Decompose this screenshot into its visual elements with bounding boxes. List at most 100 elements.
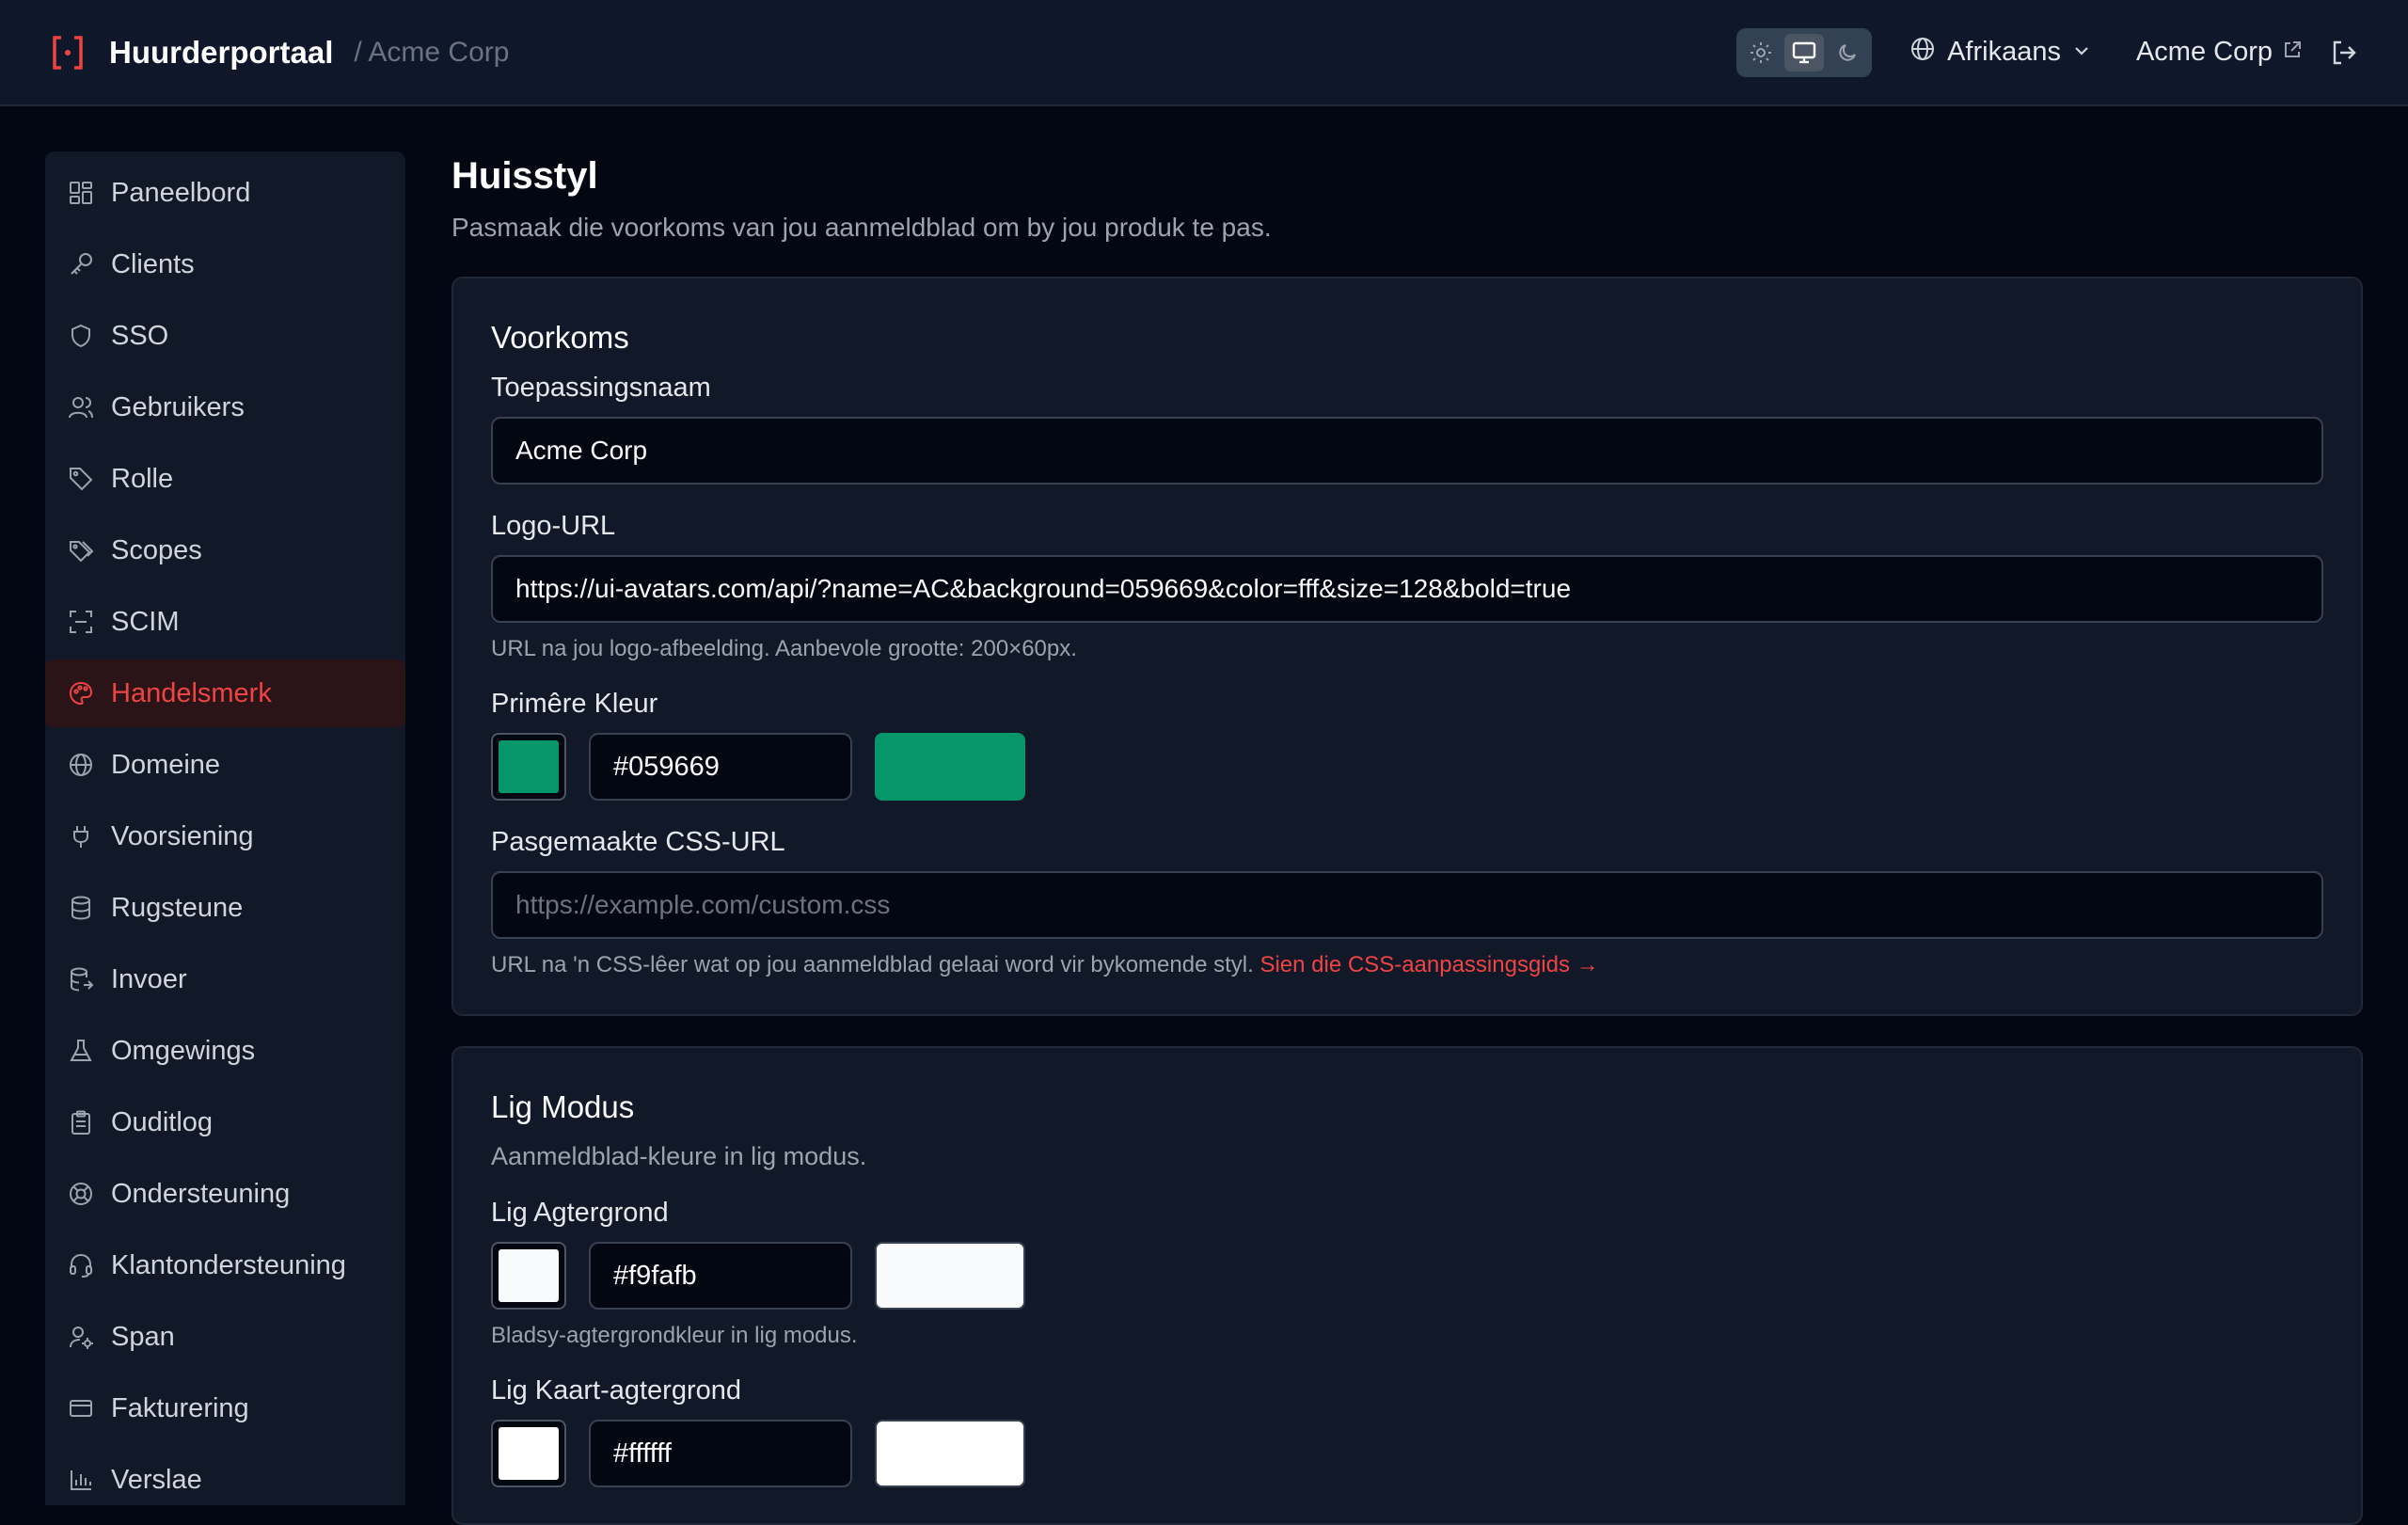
light-card-bg-preview xyxy=(875,1420,1025,1487)
database-icon xyxy=(66,893,96,923)
external-link-icon xyxy=(2282,37,2303,68)
sidebar-item-verslae[interactable]: Verslae xyxy=(45,1446,405,1514)
sidebar-item-label: Voorsiening xyxy=(111,820,254,851)
sidebar-item-paneelbord[interactable]: Paneelbord xyxy=(45,159,405,227)
clipboard-icon xyxy=(66,1107,96,1137)
sidebar-item-label: Ouditlog xyxy=(111,1106,214,1137)
language-label: Afrikaans xyxy=(1947,37,2061,67)
sidebar-item-label: Verslae xyxy=(111,1464,202,1495)
sidebar-item-ouditlog[interactable]: Ouditlog xyxy=(45,1088,405,1156)
sidebar-item-rolle[interactable]: Rolle xyxy=(45,445,405,513)
database-import-icon xyxy=(66,964,96,994)
bar-chart-icon xyxy=(66,1465,96,1495)
dashboard-icon xyxy=(66,178,96,208)
light-bg-hint: Bladsy-agtergrondkleur in lig modus. xyxy=(491,1323,858,1348)
sidebar-item-label: Domeine xyxy=(111,749,221,780)
sidebar-item-label: Gebruikers xyxy=(111,391,245,422)
sidebar-item-scim[interactable]: SCIM xyxy=(45,588,405,656)
tenant-label: Acme Corp xyxy=(2135,37,2273,67)
sidebar-item-clients[interactable]: Clients xyxy=(45,230,405,298)
tag-icon xyxy=(66,464,96,494)
sidebar-item-label: SCIM xyxy=(111,606,180,637)
sidebar-item-fakturering[interactable]: Fakturering xyxy=(45,1374,405,1442)
light-card-bg-label: Lig Kaart-agtergrond xyxy=(491,1375,741,1406)
sidebar-item-gebruikers[interactable]: Gebruikers xyxy=(45,373,405,441)
sidebar-item-sso[interactable]: SSO xyxy=(45,302,405,370)
shield-icon xyxy=(66,321,96,351)
custom-css-hint-text: URL na 'n CSS-lêer wat op jou aanmeldbla… xyxy=(491,952,1254,977)
sidebar-item-invoer[interactable]: Invoer xyxy=(45,945,405,1013)
logo-icon xyxy=(49,34,87,71)
sidebar-item-label: Rolle xyxy=(111,463,174,494)
app-name-label: Toepassingsnaam xyxy=(491,373,711,403)
card-title: Lig Modus xyxy=(491,1089,635,1124)
theme-toggle xyxy=(1736,27,1873,77)
logout-icon[interactable] xyxy=(2329,38,2359,68)
sidebar-item-handelsmerk[interactable]: Handelsmerk xyxy=(45,659,405,727)
page-title: Huisstyl xyxy=(452,155,598,197)
top-header: Huurderportaal / Acme Corp Afrikaans Acm xyxy=(0,0,2408,106)
sidebar-item-label: Ondersteuning xyxy=(111,1178,291,1209)
sidebar-item-label: Rugsteune xyxy=(111,892,244,923)
light-bg-preview xyxy=(875,1242,1025,1310)
flask-icon xyxy=(66,1036,96,1066)
light-card-bg-row: #ffffff xyxy=(491,1420,2323,1487)
primary-color-label: Primêre Kleur xyxy=(491,689,658,719)
sidebar-item-domeine[interactable]: Domeine xyxy=(45,731,405,799)
primary-color-hex-input[interactable]: #059669 xyxy=(589,733,852,801)
sidebar-item-omgewings[interactable]: Omgewings xyxy=(45,1017,405,1085)
primary-color-row: #059669 xyxy=(491,733,2323,801)
language-select[interactable]: Afrikaans xyxy=(1909,36,2091,70)
light-bg-row: #f9fafb xyxy=(491,1242,2323,1310)
credit-card-icon xyxy=(66,1393,96,1423)
logo-url-label: Logo-URL xyxy=(491,511,616,541)
custom-css-input[interactable]: https://example.com/custom.css xyxy=(491,871,2323,939)
sidebar-item-klantondersteuning[interactable]: Klantondersteuning xyxy=(45,1231,405,1299)
sidebar-item-span[interactable]: Span xyxy=(45,1303,405,1371)
appearance-card: Voorkoms Toepassingsnaam Acme Corp Logo-… xyxy=(452,277,2363,1016)
sidebar-item-scopes[interactable]: Scopes xyxy=(45,516,405,584)
app-name-input[interactable]: Acme Corp xyxy=(491,417,2323,485)
sidebar-item-rugsteune[interactable]: Rugsteune xyxy=(45,874,405,942)
sidebar-item-voorsiening[interactable]: Voorsiening xyxy=(45,802,405,870)
palette-icon xyxy=(66,678,96,708)
css-guide-link[interactable]: Sien die CSS-aanpassingsgids → xyxy=(1259,952,1598,977)
breadcrumb: / Acme Corp xyxy=(354,36,510,68)
sidebar-item-label: Clients xyxy=(111,248,195,279)
scan-icon xyxy=(66,607,96,637)
sidebar-item-label: Klantondersteuning xyxy=(111,1249,346,1280)
globe-icon xyxy=(1909,36,1936,70)
card-title: Voorkoms xyxy=(491,320,629,355)
light-card-bg-color-picker[interactable] xyxy=(491,1420,566,1487)
sidebar-item-label: Span xyxy=(111,1321,175,1352)
sun-icon[interactable] xyxy=(1741,34,1781,71)
custom-css-label: Pasgemaakte CSS-URL xyxy=(491,827,785,857)
tenant-link[interactable]: Acme Corp xyxy=(2136,37,2303,68)
sidebar-item-label: Invoer xyxy=(111,963,187,994)
users-icon xyxy=(66,392,96,422)
monitor-icon[interactable] xyxy=(1784,33,1825,71)
lifebuoy-icon xyxy=(66,1179,96,1209)
sidebar-item-label: Paneelbord xyxy=(111,177,251,208)
headset-icon xyxy=(66,1250,96,1280)
sidebar: Paneelbord Clients SSO Gebruikers Rolle … xyxy=(45,151,405,1505)
custom-css-hint: URL na 'n CSS-lêer wat op jou aanmeldbla… xyxy=(491,952,2323,978)
logo-url-hint: URL na jou logo-afbeelding. Aanbevole gr… xyxy=(491,636,1077,661)
primary-color-preview xyxy=(875,733,1025,801)
light-card-bg-hex-input[interactable]: #ffffff xyxy=(589,1420,852,1487)
sidebar-item-label: SSO xyxy=(111,320,169,351)
plug-icon xyxy=(66,821,96,851)
light-bg-color-picker[interactable] xyxy=(491,1242,566,1310)
light-bg-hex-input[interactable]: #f9fafb xyxy=(589,1242,852,1310)
sidebar-item-ondersteuning[interactable]: Ondersteuning xyxy=(45,1160,405,1228)
logo-url-input[interactable]: https://ui-avatars.com/api/?name=AC&back… xyxy=(491,555,2323,623)
key-icon xyxy=(66,249,96,279)
sidebar-item-label: Fakturering xyxy=(111,1392,249,1423)
primary-color-picker[interactable] xyxy=(491,733,566,801)
chevron-down-icon xyxy=(2072,37,2091,68)
brand-name[interactable]: Huurderportaal xyxy=(109,35,333,71)
moon-icon[interactable] xyxy=(1828,34,1867,71)
main-content: Huisstyl Pasmaak die voorkoms van jou aa… xyxy=(452,151,2363,1525)
tags-icon xyxy=(66,535,96,565)
light-bg-label: Lig Agtergrond xyxy=(491,1198,669,1228)
